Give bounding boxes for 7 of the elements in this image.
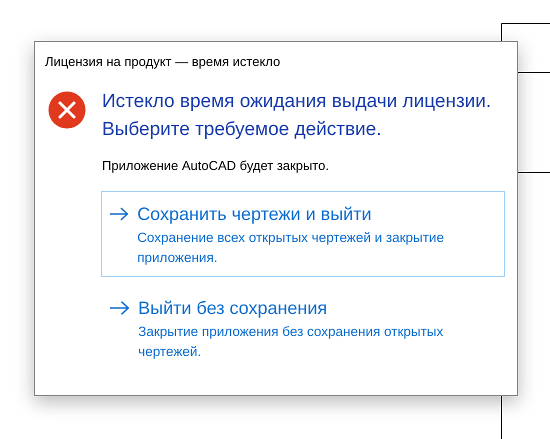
window-title: Лицензия на продукт — время истекло: [44, 53, 282, 69]
error-icon: [48, 91, 86, 129]
dialog-message: Приложение AutoCAD будет закрыто.: [102, 158, 330, 173]
arrow-icon: [109, 300, 130, 316]
dialog-heading: Истекло время ожидания выдачи лицензии. Выберите требуемое действие.: [102, 90, 492, 142]
arrow-icon: [109, 206, 130, 222]
command-link[interactable]: Сохранить чертежи и выйти Сохранение всех открытых чертежей и закрытие приложения.: [101, 191, 505, 277]
